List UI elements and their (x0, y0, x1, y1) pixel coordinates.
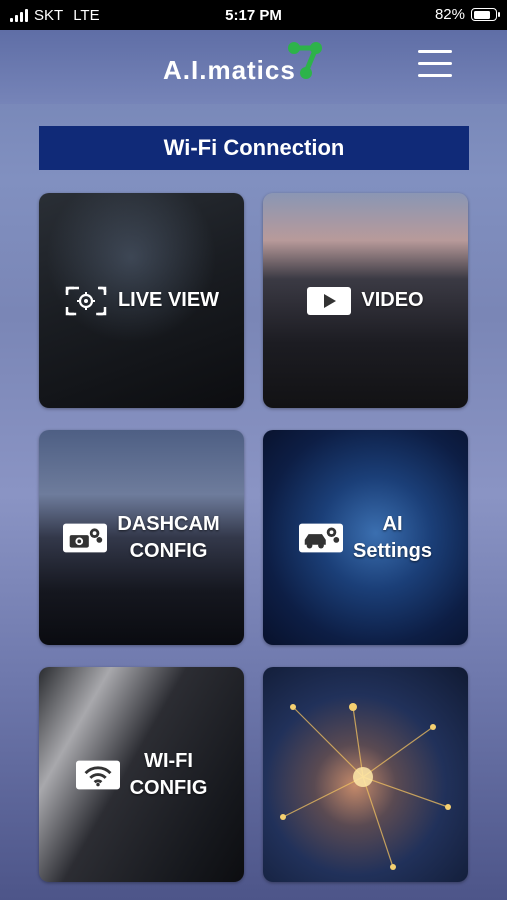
tile-dashcam-config-label: DASHCAM CONFIG (117, 512, 220, 562)
status-bar-right: 82% (434, 6, 500, 23)
logo-text: A.I.matics (163, 55, 296, 85)
tile-wifi-config[interactable]: WI-FI CONFIG (39, 667, 244, 882)
status-bar: SKT LTE 5:17 PM 82% (0, 0, 507, 30)
clock: 5:17 PM (225, 7, 282, 24)
tile-video-label: VIDEO (361, 289, 424, 311)
tile-live-view[interactable]: LIVE VIEW (39, 193, 244, 408)
camera-settings-icon (63, 523, 108, 553)
tile-ai-settings[interactable]: AI Settings (263, 430, 468, 645)
wifi-connection-banner[interactable]: Wi-Fi Connection (39, 126, 469, 170)
tile-dashcam-config[interactable]: DASHCAM CONFIG (39, 430, 244, 645)
tile-video[interactable]: VIDEO (263, 193, 468, 408)
wifi-icon (75, 760, 120, 790)
car-settings-icon (299, 523, 344, 553)
logo-mark-icon (287, 41, 322, 79)
play-icon (307, 286, 352, 316)
tile-wifi-config-label: WI-FI CONFIG (129, 749, 208, 799)
battery-fill (473, 10, 490, 19)
app-logo: A.I.matics (163, 41, 326, 86)
hamburger-menu-icon[interactable] (418, 50, 452, 80)
tile-live-view-label: LIVE VIEW (117, 289, 220, 311)
tile-ai-settings-label: AI Settings (353, 512, 432, 562)
battery-icon (471, 8, 500, 21)
live-view-icon (64, 286, 108, 316)
battery-percent: 82% (434, 6, 465, 23)
network-graphic (280, 703, 451, 870)
tile-unlabeled[interactable] (263, 667, 468, 882)
